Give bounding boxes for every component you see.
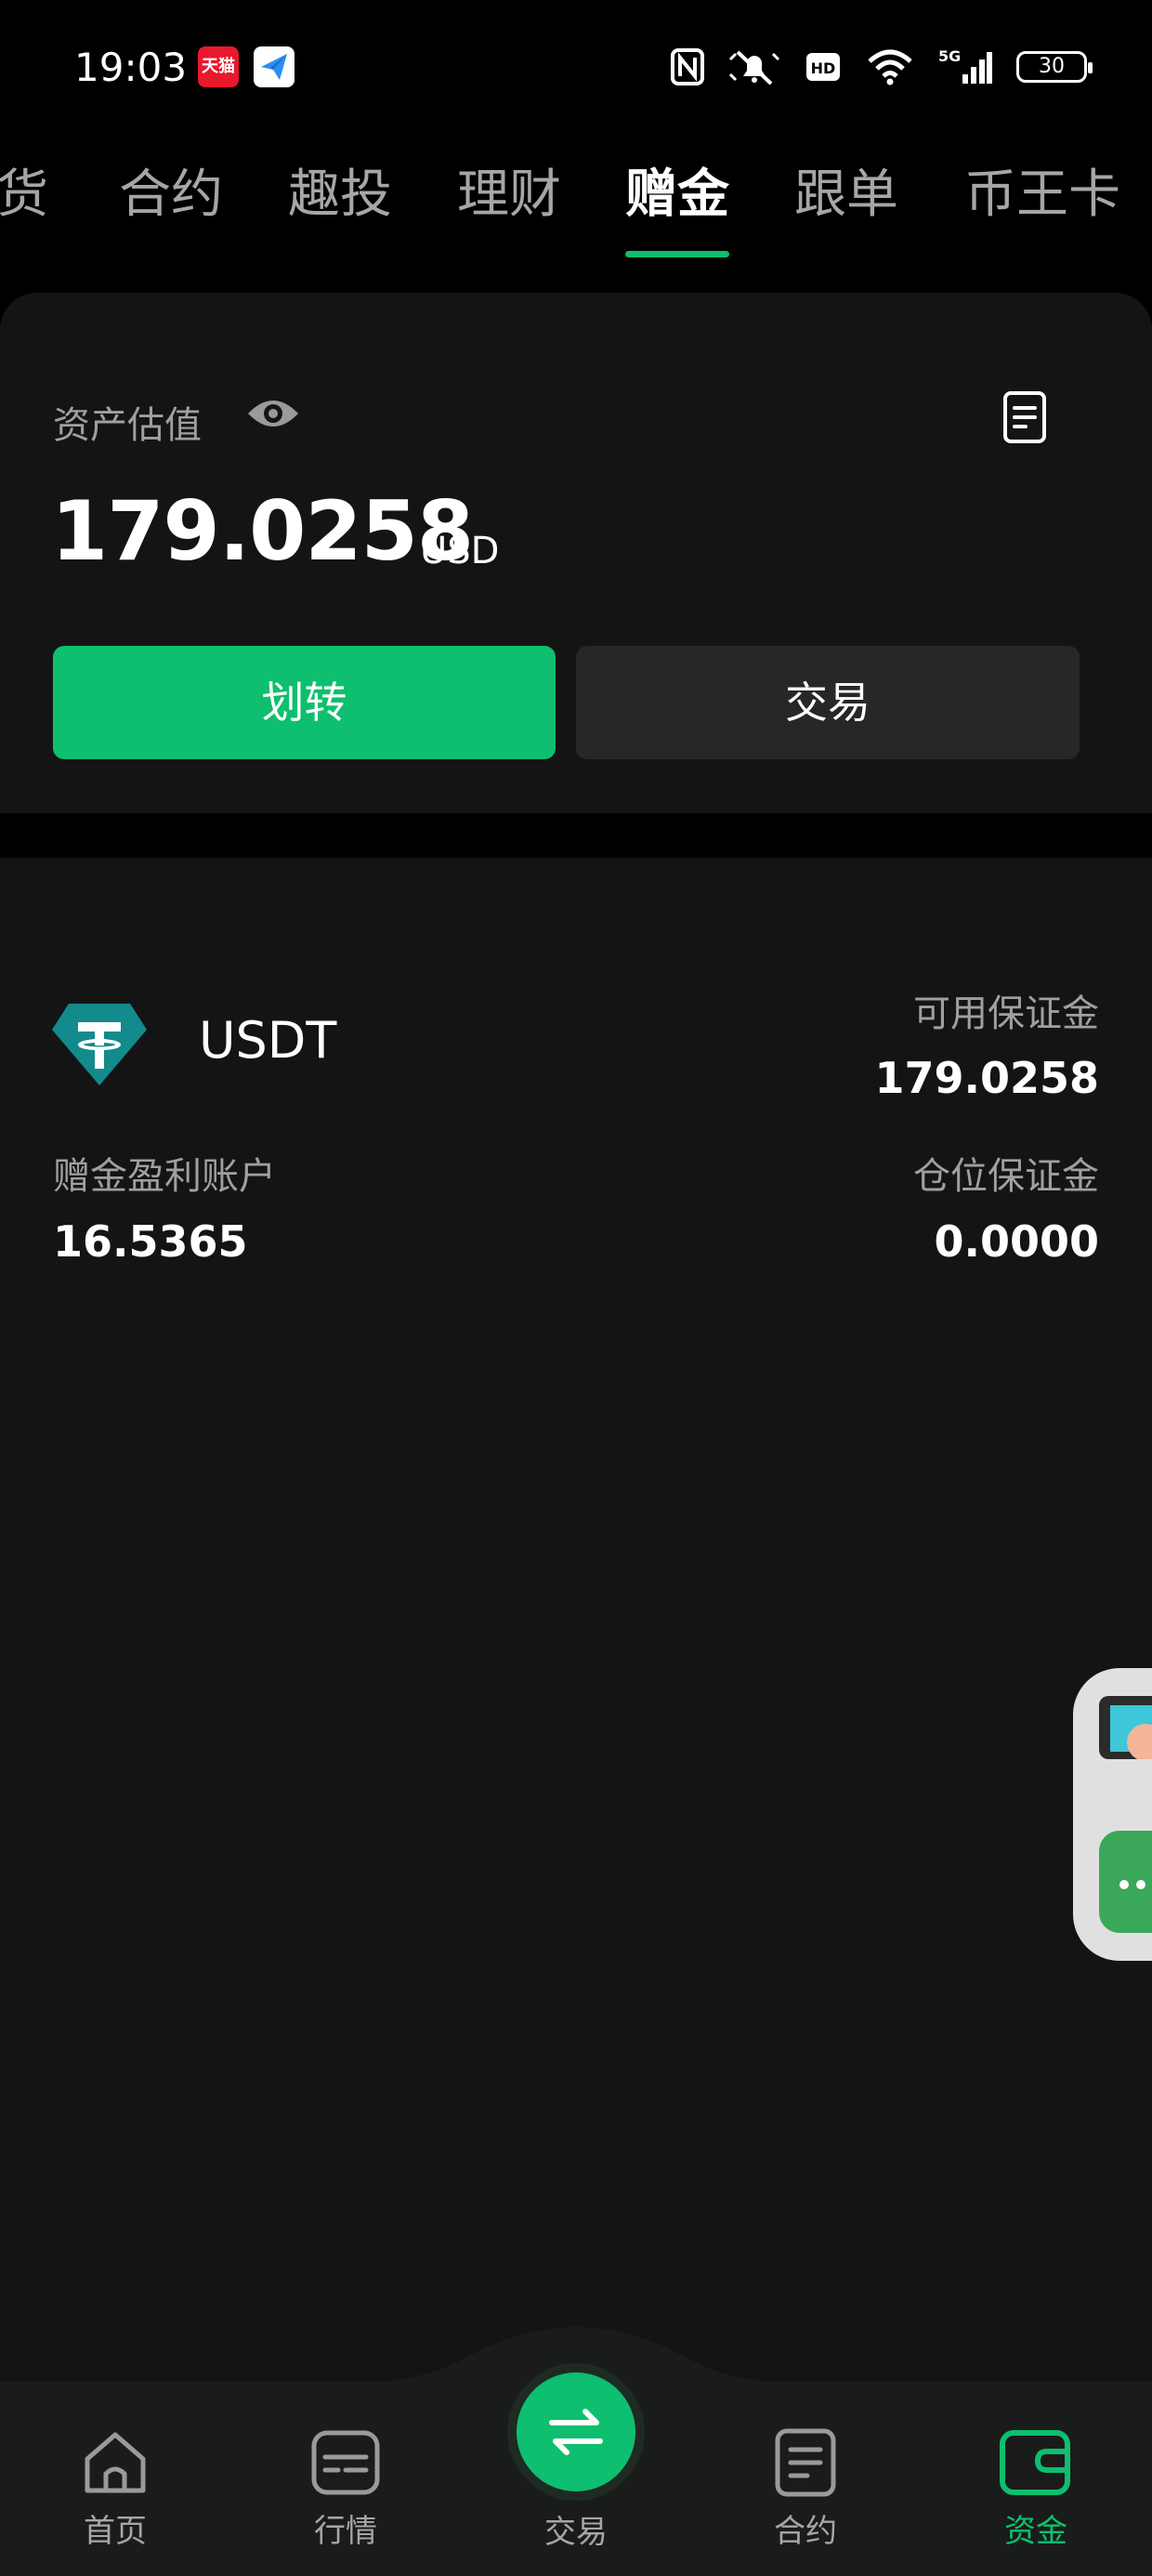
svg-text:5G: 5G: [938, 48, 961, 65]
more-dots-icon: [1119, 1875, 1152, 1889]
status-bar: 19:03 天猫 HD 5G 30: [0, 0, 1152, 139]
tab-copy-trading[interactable]: 跟单: [794, 152, 898, 228]
wallet-icon: [1000, 2430, 1070, 2495]
bonus-profit-label: 赠金盈利账户: [53, 1155, 276, 1198]
transfer-button[interactable]: 划转: [53, 646, 556, 759]
hd-icon: HD: [806, 53, 840, 81]
market-icon: [311, 2430, 380, 2495]
asset-unit: USD: [420, 530, 500, 572]
coin-name: USDT: [199, 1011, 337, 1070]
nfc-icon: [671, 48, 704, 85]
status-icons: HD 5G 30: [671, 46, 1093, 87]
svg-text:HD: HD: [811, 59, 836, 77]
nav-home[interactable]: 首页: [50, 2427, 180, 2551]
nav-market-label: 行情: [314, 2513, 377, 2550]
top-tab-bar: 货 合约 趣投 理财 赠金 跟单 币王卡: [0, 139, 1152, 269]
position-margin-label: 仓位保证金: [913, 1155, 1099, 1198]
tmall-app-icon: 天猫: [198, 46, 239, 87]
available-margin-value: 179.0258: [874, 1053, 1099, 1103]
tab-contract[interactable]: 合约: [119, 152, 223, 228]
tab-spot[interactable]: 货: [0, 152, 48, 228]
tab-coin-king-card[interactable]: 币王卡: [964, 152, 1120, 228]
asset-valuation-label: 资产估值: [53, 404, 202, 447]
bonus-account-section: USDT 可用保证金 179.0258 赠金盈利账户 16.5365 仓位保证金…: [0, 858, 1152, 2382]
battery-icon: 30: [1016, 51, 1093, 83]
nav-contract-label: 合约: [774, 2513, 837, 2550]
records-icon[interactable]: [1001, 389, 1048, 445]
asset-amount: 179.0258: [51, 483, 474, 579]
active-tab-indicator: [625, 251, 729, 257]
nav-market[interactable]: 行情: [281, 2427, 411, 2551]
usdt-icon: [52, 1004, 147, 1085]
floating-assistant-widget[interactable]: [1073, 1668, 1152, 1961]
home-icon: [85, 2432, 146, 2493]
tab-fun-invest[interactable]: 趣投: [288, 152, 392, 228]
status-time: 19:03: [74, 45, 188, 90]
tab-bonus[interactable]: 赠金: [625, 152, 729, 228]
send-app-icon: [254, 46, 295, 87]
swap-icon: [549, 2409, 603, 2455]
section-divider: [0, 813, 1152, 858]
nav-contract[interactable]: 合约: [740, 2427, 871, 2551]
tab-wealth[interactable]: 理财: [457, 152, 561, 228]
mute-icon: [728, 50, 780, 85]
available-margin-label: 可用保证金: [913, 992, 1099, 1035]
nav-trade-label: 交易: [544, 2514, 608, 2551]
wifi-icon: [868, 49, 912, 85]
nav-assets-label: 资金: [1004, 2513, 1067, 2550]
trade-circle-button[interactable]: [517, 2372, 635, 2491]
floating-promo-icon[interactable]: [1099, 1696, 1152, 1759]
floating-chat-button[interactable]: [1099, 1831, 1152, 1933]
nav-home-label: 首页: [84, 2513, 147, 2550]
position-margin-value: 0.0000: [934, 1216, 1099, 1267]
trade-button[interactable]: 交易: [576, 646, 1080, 759]
contract-icon: [775, 2428, 836, 2497]
eye-icon[interactable]: [244, 393, 302, 434]
nav-assets[interactable]: 资金: [971, 2427, 1101, 2551]
bonus-profit-value: 16.5365: [53, 1216, 248, 1267]
nav-trade[interactable]: 交易: [511, 2372, 641, 2552]
signal-5g-icon: 5G: [938, 48, 992, 84]
asset-card: 资产估值 179.0258 USD 划转 交易: [0, 293, 1152, 813]
